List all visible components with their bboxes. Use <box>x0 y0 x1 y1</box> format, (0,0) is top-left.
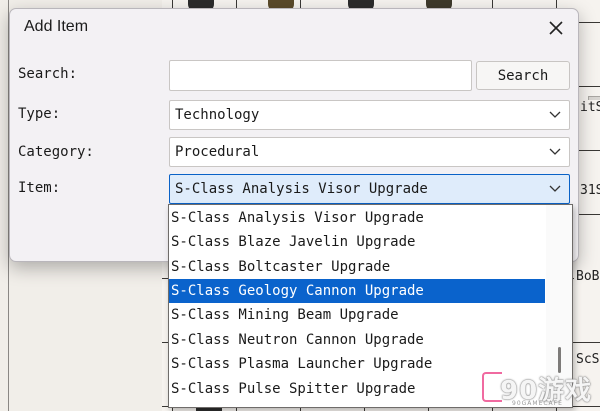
chevron-down-icon <box>549 185 561 192</box>
item-select-value: S-Class Analysis Visor Upgrade <box>175 181 428 197</box>
dropdown-option[interactable]: S-Class Neutron Cannon Upgrade <box>169 328 545 352</box>
category-label: Category: <box>18 144 94 160</box>
item-select[interactable]: S-Class Analysis Visor Upgrade <box>169 174 570 204</box>
close-button[interactable] <box>534 9 578 47</box>
dropdown-option[interactable]: S-Class Blaze Javelin Upgrade <box>169 230 545 254</box>
dialog-title: Add Item <box>24 18 89 35</box>
inventory-cell-label: ScS <box>574 352 600 367</box>
close-icon <box>549 21 563 35</box>
type-select-value: Technology <box>175 107 260 123</box>
dropdown-option[interactable]: S-Class Boltcaster Upgrade <box>169 255 545 279</box>
search-label: Search: <box>18 66 78 82</box>
dropdown-option[interactable]: S-Class Analysis Visor Upgrade <box>169 206 545 230</box>
inventory-cell-label: itS <box>578 100 600 115</box>
item-label: Item: <box>18 180 61 196</box>
chevron-down-icon <box>549 148 561 155</box>
watermark-logo: 90游戏 90GAMECAFE <box>482 370 594 408</box>
dropdown-option[interactable]: S-Class Mining Beam Upgrade <box>169 303 545 327</box>
search-button[interactable]: Search <box>476 61 570 90</box>
type-label: Type: <box>18 106 61 122</box>
category-select-value: Procedural <box>175 144 260 160</box>
inventory-cell-label: BoB <box>574 269 600 284</box>
chevron-down-icon <box>549 111 561 118</box>
type-select[interactable]: Technology <box>169 100 570 130</box>
watermark-subtext: 90GAMECAFE <box>512 400 563 407</box>
watermark-frame-icon <box>482 372 502 402</box>
search-input[interactable] <box>169 60 472 91</box>
dropdown-option[interactable]: S-Class Geology Cannon Upgrade <box>169 279 545 303</box>
inventory-cell-label: 31S <box>578 183 600 198</box>
category-select[interactable]: Procedural <box>169 137 570 167</box>
